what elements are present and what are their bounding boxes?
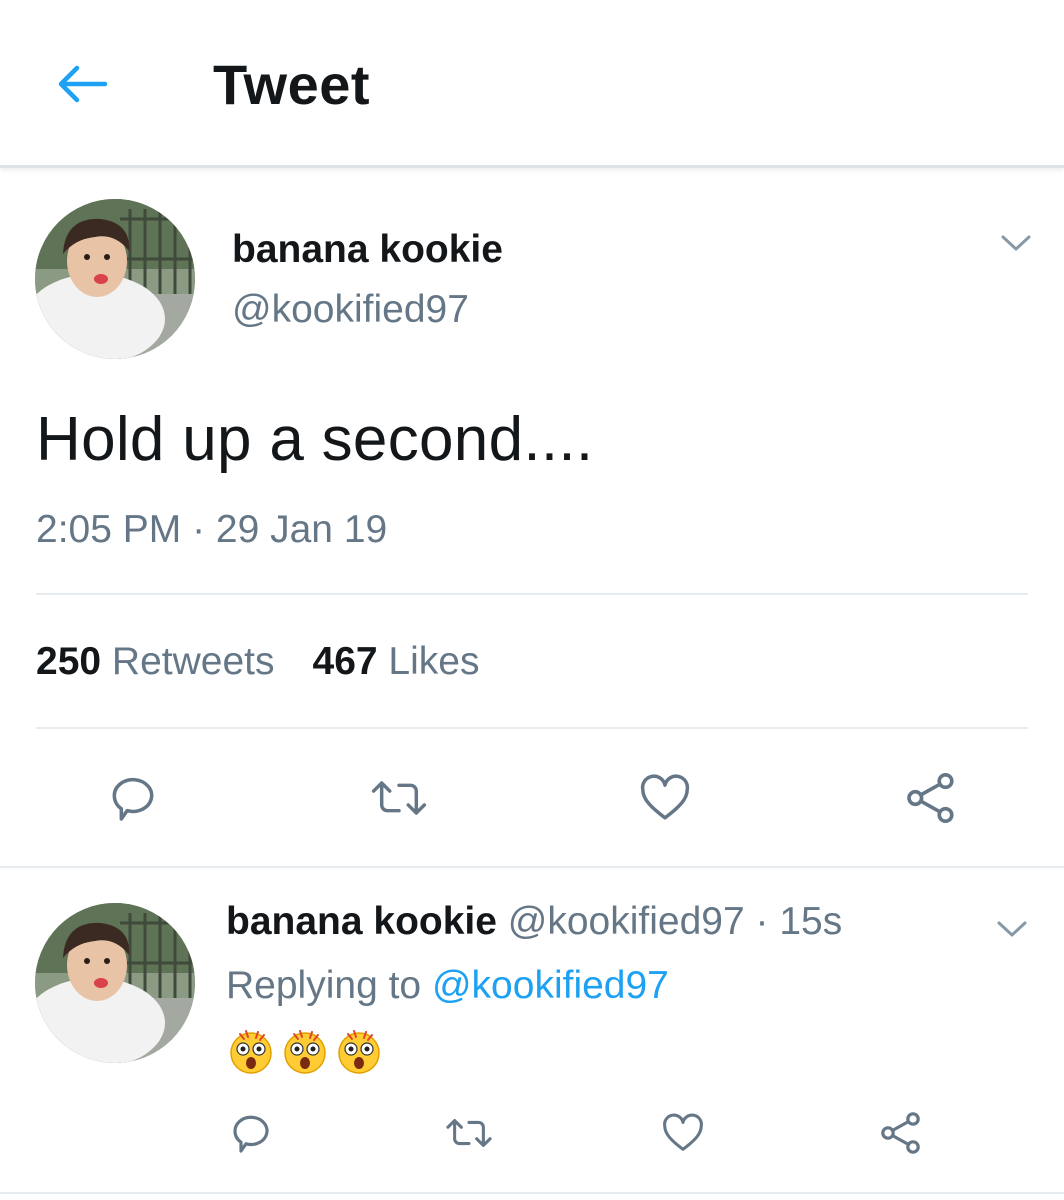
chevron-down-icon <box>1001 235 1031 251</box>
author-avatar[interactable] <box>35 199 195 359</box>
divider <box>36 727 1028 729</box>
reply-header: banana kookie @kookified97 · 15s <box>226 900 842 944</box>
retweets-count: 250 <box>36 640 102 683</box>
like-icon <box>663 1113 703 1151</box>
retweet-icon <box>446 1119 492 1147</box>
author-name[interactable]: banana kookie <box>232 228 503 272</box>
retweets-label: Retweets <box>111 640 275 683</box>
share-icon <box>907 772 954 824</box>
reply-author-name[interactable]: banana kookie <box>226 900 497 943</box>
share-button[interactable] <box>876 1108 926 1158</box>
likes-label: Likes <box>388 640 480 683</box>
chevron-down-icon <box>997 921 1027 937</box>
replying-prefix: Replying to <box>226 964 422 1007</box>
astonished-face-emoji <box>338 1030 380 1074</box>
astonished-face-emoji <box>230 1030 272 1074</box>
astonished-face-emoji <box>284 1030 326 1074</box>
tweet-stats: 250 Retweets 467 Likes <box>36 640 479 684</box>
reply-icon <box>233 1115 269 1153</box>
likes-count: 467 <box>312 640 378 683</box>
retweet-button[interactable] <box>444 1108 494 1158</box>
replying-to: Replying to @kookified97 <box>226 964 669 1008</box>
like-button[interactable] <box>658 1108 708 1158</box>
retweets-stat[interactable]: 250 Retweets <box>36 640 275 683</box>
like-icon <box>640 774 690 820</box>
reply-text <box>226 1026 384 1076</box>
back-button[interactable] <box>50 56 114 112</box>
arrow-left-icon <box>58 65 108 103</box>
author-handle[interactable]: @kookified97 <box>232 288 469 332</box>
reply-icon <box>112 777 154 821</box>
retweet-button[interactable] <box>369 768 429 828</box>
divider <box>0 866 1064 868</box>
top-app-bar: Tweet <box>0 0 1064 168</box>
tweet-text: Hold up a second.... <box>36 405 594 474</box>
share-icon <box>881 1112 920 1154</box>
replying-handle-link[interactable]: @kookified97 <box>432 964 669 1007</box>
reply-button[interactable] <box>226 1108 276 1158</box>
tweet-detail-page: Tweet banana kookie @kookified97 Hold up… <box>0 0 1064 1200</box>
avatar-photo <box>35 199 195 359</box>
divider <box>0 1192 1064 1194</box>
reply-author-avatar[interactable] <box>35 903 195 1063</box>
retweet-icon <box>371 781 427 815</box>
reply-button[interactable] <box>103 768 163 828</box>
like-button[interactable] <box>635 768 695 828</box>
reply-handle-time: @kookified97 · 15s <box>507 900 843 943</box>
likes-stat[interactable]: 467 Likes <box>313 640 480 683</box>
divider <box>36 593 1028 595</box>
tweet-menu-button[interactable] <box>996 228 1036 258</box>
page-title: Tweet <box>213 53 371 116</box>
reply-menu-button[interactable] <box>992 914 1032 944</box>
avatar-photo <box>35 903 195 1063</box>
share-button[interactable] <box>901 768 961 828</box>
tweet-timestamp: 2:05 PM · 29 Jan 19 <box>36 508 388 551</box>
